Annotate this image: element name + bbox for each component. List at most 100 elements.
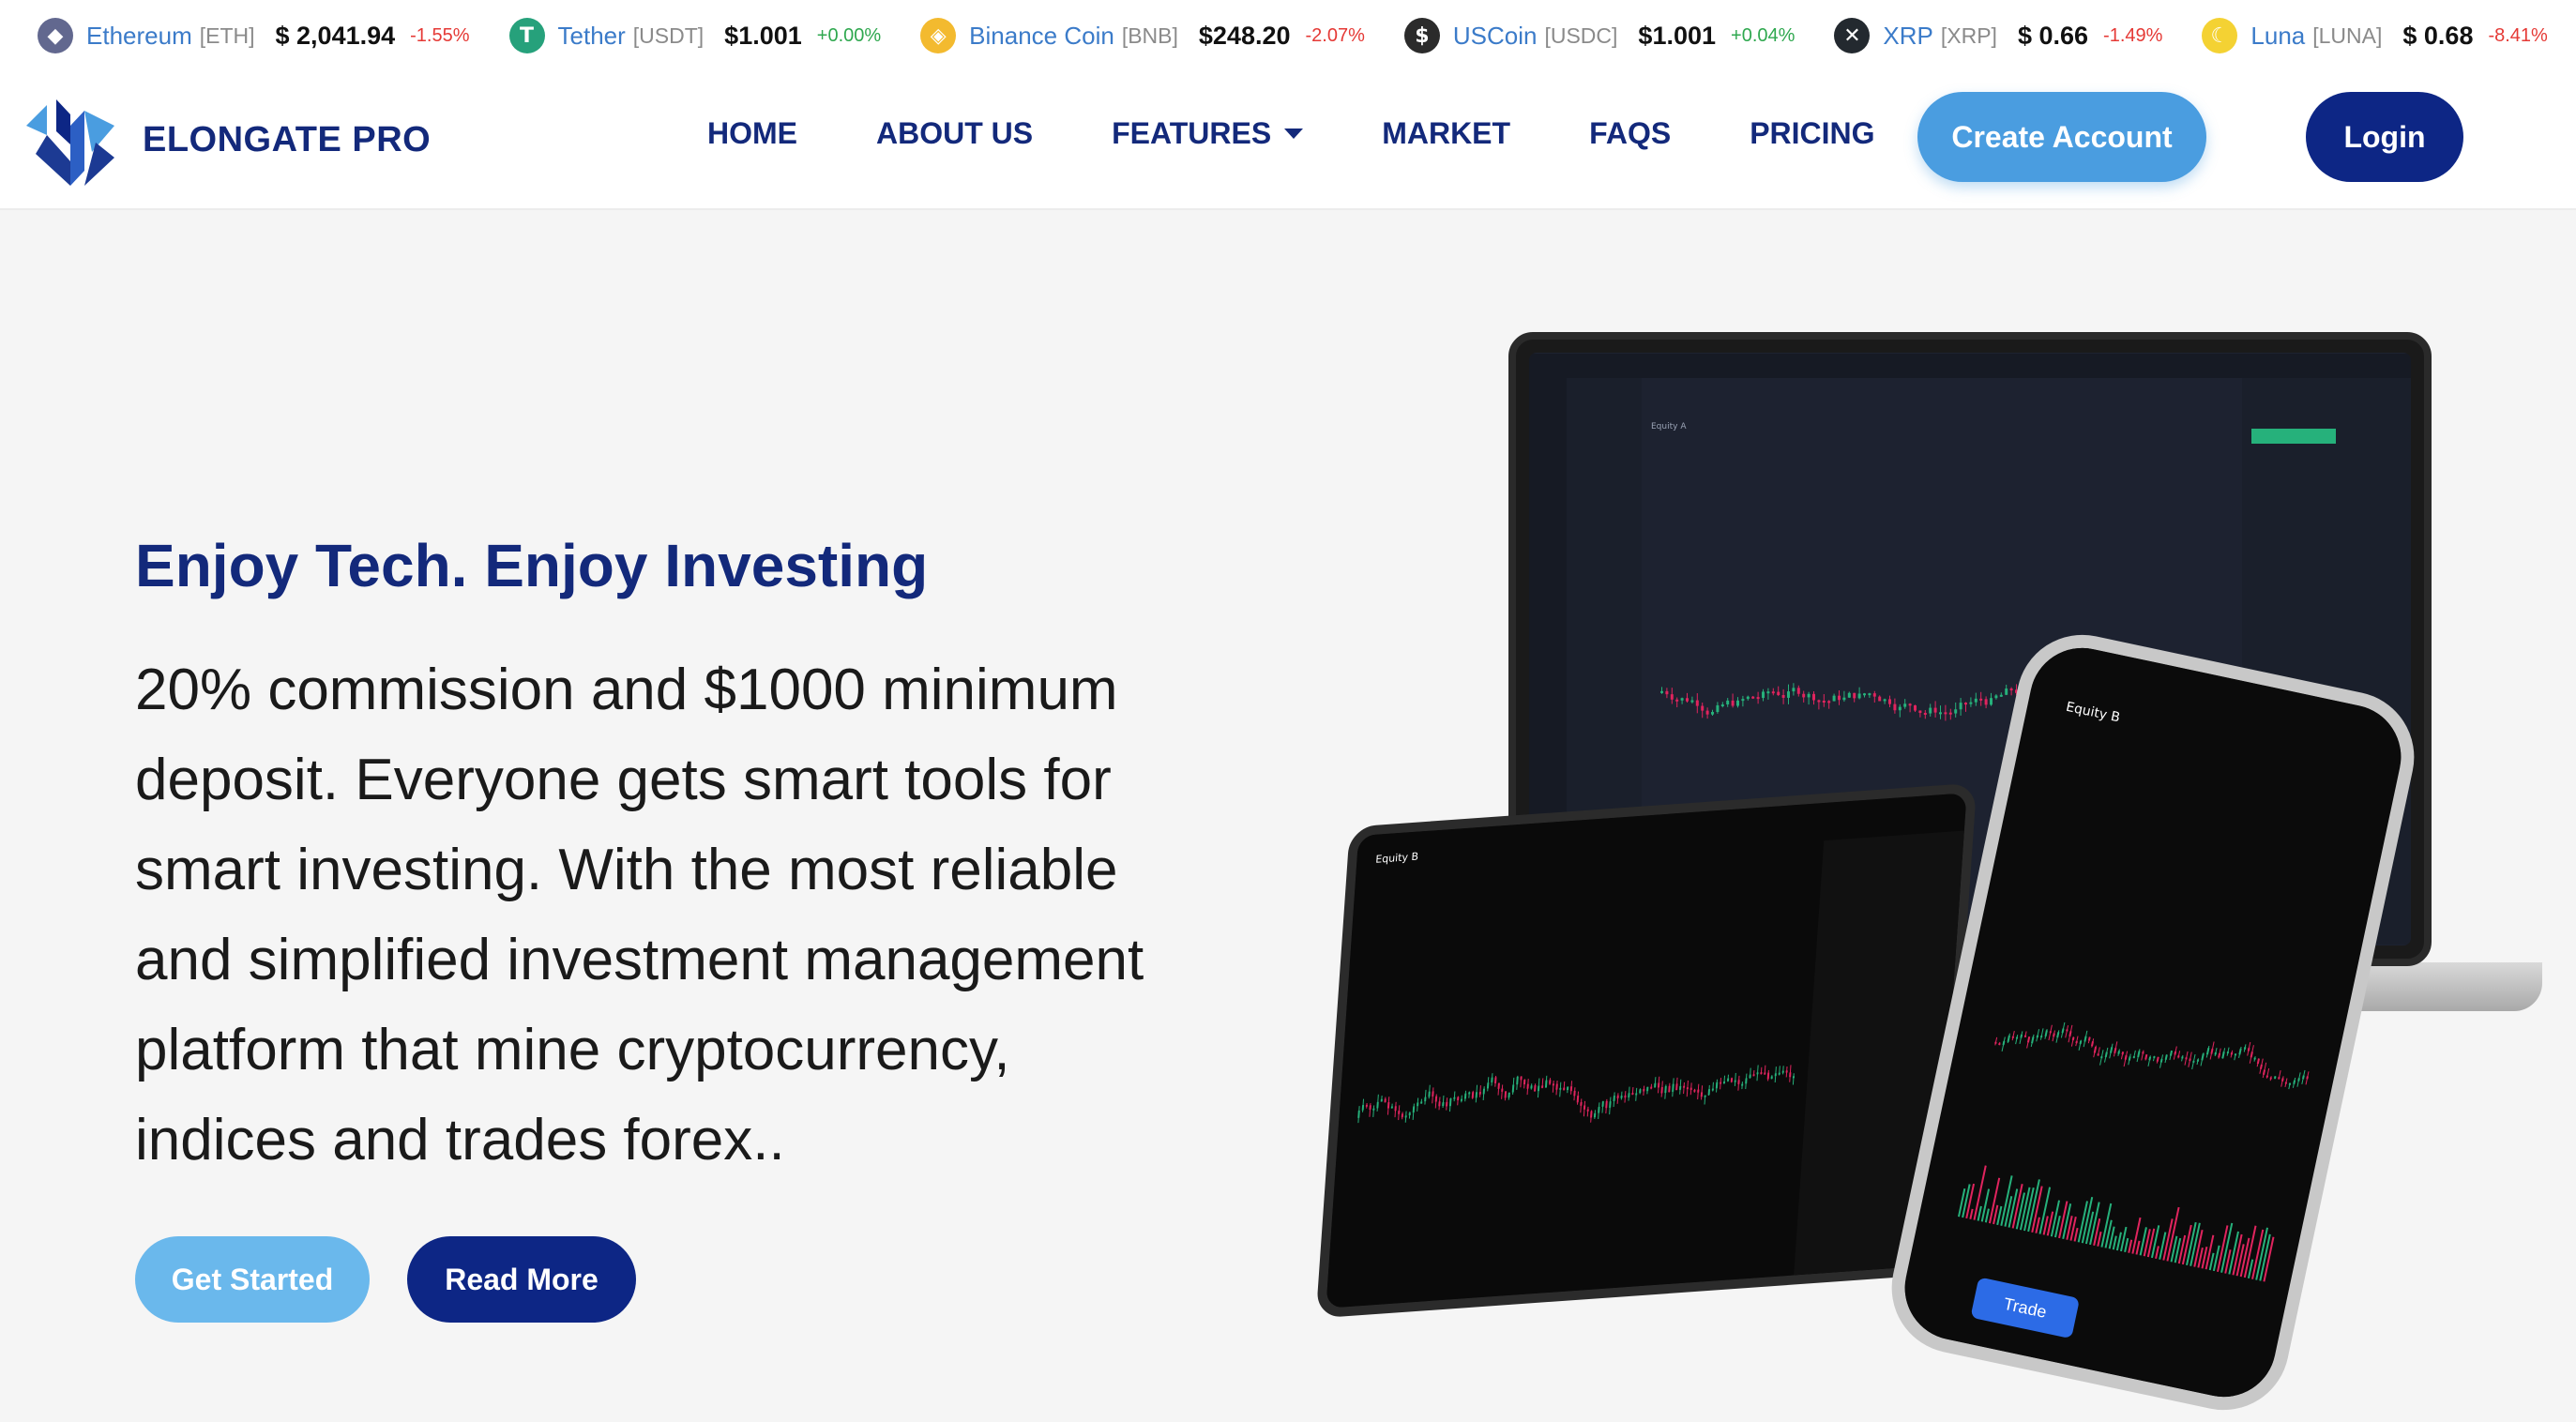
candle: [1553, 1083, 1554, 1085]
candle: [1720, 1082, 1721, 1083]
candle: [1979, 699, 1982, 701]
candle: [1432, 1091, 1433, 1097]
candle: [1858, 693, 1861, 698]
ticker-change: -1.55%: [410, 25, 469, 47]
candle: [1587, 1109, 1589, 1111]
candle: [1520, 1077, 1522, 1081]
ticker-name: XRP: [1883, 22, 1932, 51]
candle: [1944, 712, 1947, 714]
logo[interactable]: ELONGATE PRO: [19, 88, 431, 191]
candle: [1817, 700, 1820, 702]
candle: [1786, 1070, 1788, 1072]
nav-faqs[interactable]: FAQS: [1589, 116, 1671, 151]
candle: [1985, 699, 1988, 704]
read-more-button[interactable]: Read More: [407, 1236, 636, 1323]
login-button[interactable]: Login: [2306, 92, 2463, 182]
candle: [1468, 1092, 1470, 1094]
candle: [1772, 691, 1775, 693]
candle: [1969, 703, 1972, 704]
candle: [2010, 688, 2013, 690]
ticker-track: ◆Ethereum[ETH]$ 2,041.94-1.55% TTether[US…: [38, 18, 2576, 53]
ticker-item[interactable]: ☾Luna[LUNA]$ 0.68-8.41%: [2202, 18, 2547, 53]
candle: [2285, 1082, 2287, 1083]
candle: [1848, 693, 1851, 698]
candle: [1756, 1072, 1758, 1074]
candle: [1760, 1072, 1762, 1074]
nav-about[interactable]: ABOUT US: [876, 116, 1033, 151]
candle: [1975, 699, 1977, 703]
ticker-name: Tether: [558, 22, 626, 51]
ticker-item[interactable]: TTether[USDT]$1.001+0.00%: [509, 18, 882, 53]
ticker-name: Luna: [2250, 22, 2305, 51]
candle: [1792, 688, 1795, 691]
candle: [1372, 1109, 1374, 1111]
candle: [1563, 1087, 1565, 1090]
candle: [1381, 1099, 1383, 1102]
candle: [1658, 1082, 1659, 1087]
candle: [1808, 694, 1811, 698]
candle: [1438, 1101, 1440, 1106]
ticker-name: USCoin: [1453, 22, 1538, 51]
candle: [1939, 712, 1942, 714]
candle: [1888, 699, 1891, 703]
candle: [1620, 1096, 1622, 1098]
candle: [1766, 691, 1769, 693]
candle: [2235, 1053, 2236, 1055]
ticker-symbol: [USDC]: [1544, 23, 1617, 49]
candle: [1727, 1078, 1729, 1081]
candle: [1737, 1080, 1739, 1084]
nav-market[interactable]: MARKET: [1382, 116, 1510, 151]
candle: [1479, 1092, 1481, 1095]
candle: [1559, 1088, 1561, 1090]
nav-features-label: FEATURES: [1112, 116, 1271, 151]
nav-pricing[interactable]: PRICING: [1750, 116, 1874, 151]
get-started-button[interactable]: Get Started: [135, 1236, 370, 1323]
ticker-price: $1.001: [724, 22, 802, 51]
create-account-button[interactable]: Create Account: [1917, 92, 2206, 182]
candle: [2192, 1061, 2194, 1063]
candle: [1398, 1111, 1400, 1114]
candle: [1681, 698, 1684, 700]
candle: [1701, 1092, 1703, 1097]
candle: [1842, 698, 1845, 701]
candle: [1802, 694, 1805, 698]
candle: [1705, 1096, 1706, 1097]
nav-features[interactable]: FEATURES: [1112, 116, 1303, 151]
ticker-item[interactable]: ✕XRP[XRP]$ 0.66-1.49%: [1834, 18, 2162, 53]
candle: [1631, 1093, 1633, 1095]
candle: [1646, 1087, 1648, 1091]
candle: [1660, 691, 1663, 693]
candle: [1924, 713, 1927, 715]
candle: [1635, 1093, 1637, 1095]
candle: [2012, 1036, 2014, 1038]
ticker-item[interactable]: ◆Ethereum[ETH]$ 2,041.94-1.55%: [38, 18, 470, 53]
candle: [1775, 1073, 1777, 1076]
candle: [1833, 696, 1836, 702]
candle: [1779, 1073, 1780, 1075]
candle: [1735, 1081, 1736, 1082]
candle: [1706, 711, 1709, 715]
candle: [1918, 711, 1921, 713]
candle: [1994, 695, 1997, 698]
candle: [1541, 1085, 1543, 1088]
candle: [1665, 691, 1668, 694]
candle: [1394, 1106, 1396, 1111]
candle: [1594, 1113, 1596, 1118]
candle: [2153, 1056, 2155, 1058]
ticker-item[interactable]: $USCoin[USDC]$1.001+0.04%: [1404, 18, 1796, 53]
ticker-item[interactable]: ◈Binance Coin[BNB]$248.20-2.07%: [920, 18, 1365, 53]
candle: [2097, 1053, 2099, 1055]
candle: [1624, 1096, 1626, 1098]
candle: [2185, 1057, 2187, 1059]
nav-home[interactable]: HOME: [707, 116, 797, 151]
candle: [1696, 701, 1699, 706]
candle: [1391, 1106, 1393, 1108]
candle: [1453, 1097, 1455, 1099]
candle: [1747, 697, 1750, 699]
brand-name: ELONGATE PRO: [143, 120, 431, 160]
ticker-change: +0.04%: [1731, 25, 1795, 47]
candle: [1990, 698, 1993, 704]
candle: [1483, 1089, 1485, 1095]
candle: [1751, 697, 1754, 699]
candle: [1884, 699, 1887, 701]
